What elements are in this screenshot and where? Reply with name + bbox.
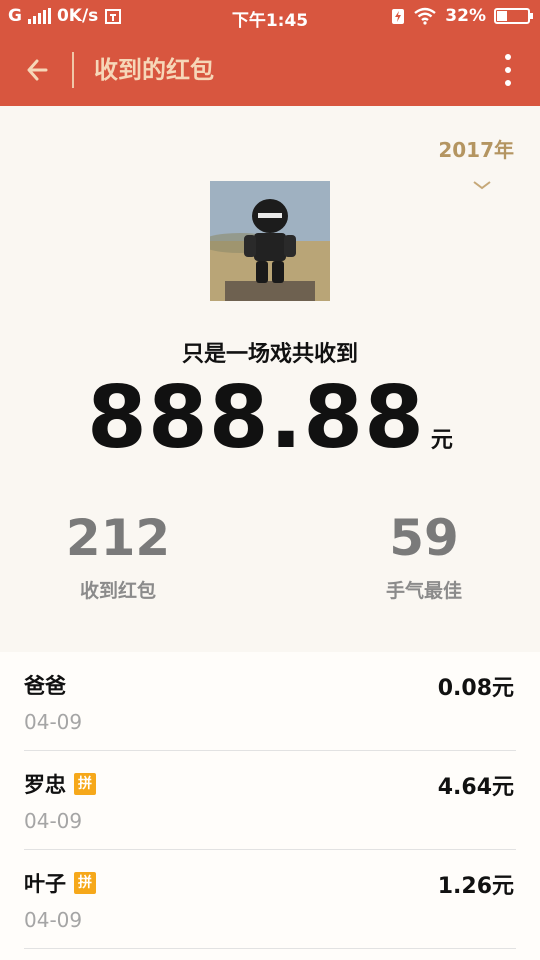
pin-badge: 拼 bbox=[74, 872, 96, 894]
back-arrow-icon[interactable] bbox=[20, 52, 56, 88]
sender-name-wrap: 爸爸 bbox=[24, 670, 66, 700]
packet-amount: 4.64元 bbox=[437, 775, 514, 800]
sender-name: 叶子 bbox=[24, 872, 66, 896]
list-item[interactable]: 叶子拼 04-09 1.26元 bbox=[0, 850, 540, 949]
received-label: 收到红包 bbox=[79, 580, 156, 602]
received-count: 212 bbox=[65, 509, 171, 567]
list-item[interactable]: 爸爸 04-09 0.08元 bbox=[0, 652, 540, 751]
sender-name: 罗忠 bbox=[24, 773, 66, 797]
total-caption: 只是一场戏共收到 bbox=[181, 342, 358, 367]
total-amount-row: 888.88 元 bbox=[0, 368, 540, 468]
battery-percent: 32% bbox=[445, 6, 486, 26]
sender-name-wrap: 叶子拼 bbox=[24, 868, 96, 898]
packet-amount: 0.08元 bbox=[437, 676, 514, 701]
best-luck-label: 手气最佳 bbox=[385, 580, 462, 602]
avatar bbox=[210, 181, 330, 301]
status-bar: G 0K/s 下午1:45 32% bbox=[0, 0, 540, 34]
packet-amount: 1.26元 bbox=[437, 874, 514, 899]
pin-badge: 拼 bbox=[74, 773, 96, 795]
receive-date: 04-09 bbox=[24, 809, 83, 833]
list-item[interactable]: 罗忠拼 04-09 4.64元 bbox=[0, 751, 540, 850]
battery-icon bbox=[494, 8, 533, 24]
best-luck-stat: 59 手气最佳 bbox=[324, 508, 524, 603]
receive-date: 04-09 bbox=[24, 710, 83, 734]
battery-saver-icon bbox=[392, 9, 405, 24]
battery-level bbox=[497, 11, 507, 21]
receive-date: 04-09 bbox=[24, 908, 83, 932]
chevron-down-icon[interactable] bbox=[472, 174, 492, 195]
sender-name: 爸爸 bbox=[24, 674, 66, 698]
best-luck-count: 59 bbox=[389, 509, 459, 567]
row-divider bbox=[24, 948, 516, 949]
status-right: 32% bbox=[391, 6, 533, 26]
title-divider bbox=[72, 52, 74, 88]
more-options-icon[interactable] bbox=[498, 54, 518, 86]
received-stat: 212 收到红包 bbox=[18, 508, 218, 603]
wifi-icon bbox=[414, 7, 437, 25]
red-packet-list: 爸爸 04-09 0.08元 罗忠拼 04-09 4.64元 叶子拼 04-09… bbox=[0, 652, 540, 960]
sender-name-wrap: 罗忠拼 bbox=[24, 769, 96, 799]
total-amount: 888.88 bbox=[87, 368, 425, 468]
year-selector[interactable]: 2017年 bbox=[438, 134, 514, 163]
page-title: 收到的红包 bbox=[94, 56, 214, 84]
total-amount-unit: 元 bbox=[430, 428, 453, 453]
summary-section: 2017年 只是一场戏共收到 888.88 元 212 收到红包 59 手气最佳 bbox=[0, 106, 540, 652]
app-bar: 收到的红包 bbox=[0, 34, 540, 106]
